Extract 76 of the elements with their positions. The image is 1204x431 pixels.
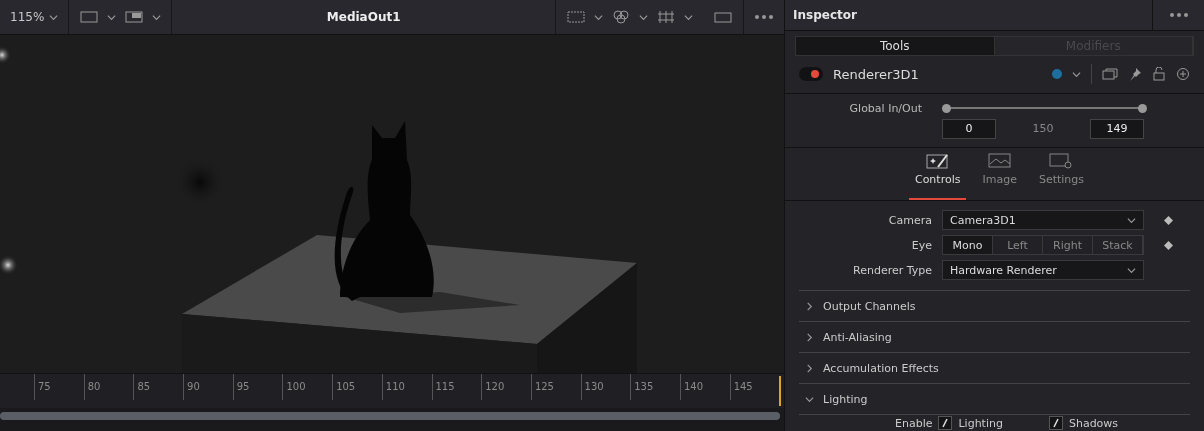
grid-icon[interactable] [656,10,676,24]
view-mode-icon[interactable] [124,10,145,24]
chevron-down-icon [1127,215,1136,225]
chevron-down-icon [684,12,693,22]
ruler-label: 80 [83,374,134,400]
duration-text: 150 [1031,122,1055,135]
checkmark-icon [940,418,951,428]
chevron-right-icon [805,363,814,373]
section-header[interactable]: Accumulation Effects [799,353,1190,384]
checkmark-icon [1050,418,1061,428]
image-icon [987,152,1012,169]
section-header[interactable]: Output Channels [799,291,1190,322]
chevron-down-icon [49,12,59,22]
panel-title: Inspector [792,8,857,23]
segment-button[interactable]: Mono [943,236,993,254]
field-label: Global In/Out [848,101,923,115]
section-header[interactable]: Lighting [799,384,1190,415]
ruler-label: 140 [679,374,730,400]
checkbox[interactable] [1048,416,1063,430]
ruler-label: 125 [530,374,581,400]
color-swatch-icon[interactable] [1052,69,1062,80]
keyframe-diamond-icon[interactable] [1164,240,1173,250]
more-dots-icon [1168,12,1189,19]
magic-wand-icon [925,152,950,169]
roi-icon[interactable] [566,10,586,24]
chevron-right-icon [805,301,814,311]
chevron-down-icon [594,12,603,22]
chevron-down-icon [1127,265,1136,275]
more-options-icon[interactable] [754,14,774,20]
viewer-title: MediaOut1 [326,10,401,24]
frame-icon[interactable] [713,10,733,24]
ruler-label: 75 [34,374,84,400]
scrollbar-thumb[interactable] [0,412,780,420]
lock-icon[interactable] [1152,67,1166,82]
slider-thumb[interactable] [942,103,951,113]
chevron-right-icon [805,332,814,342]
chevron-down-icon [107,12,117,22]
renderer-dropdown[interactable]: Hardware Renderer [942,260,1144,280]
ruler-label: 85 [133,374,184,400]
chevron-down-icon [152,12,162,22]
chevron-down-icon [805,394,814,404]
keyframe-diamond-icon[interactable] [1164,215,1173,225]
ruler-label: 135 [630,374,680,400]
tab[interactable]: Tools [796,37,995,56]
color-circles-icon[interactable] [611,10,631,24]
field-label: Enable [895,416,933,430]
windows-icon[interactable] [1102,67,1118,82]
in-field[interactable]: 0 [942,118,996,139]
ruler-label: 130 [580,374,631,400]
panel-tab[interactable]: Settings [1032,147,1091,200]
ruler-label: 95 [232,374,283,400]
chevron-down-icon [1072,69,1081,79]
settings-icon [1049,152,1074,169]
ruler-label: 90 [183,374,233,400]
node-name: Renderer3D1 [833,66,920,82]
pin-icon[interactable] [1128,67,1142,82]
field-label: Camera [887,213,933,227]
node-toggle[interactable] [799,67,823,82]
chevron-down-icon [639,12,648,22]
ruler-label: 105 [332,374,382,400]
checkbox[interactable] [938,416,953,430]
checkbox-label: Shadows [1068,416,1119,430]
ruler-label: 100 [282,374,333,400]
zoom-dropdown[interactable]: 115% [10,10,59,24]
field-label: Renderer Type [852,263,933,277]
section-header[interactable]: Anti-Aliasing [799,322,1190,353]
ruler-label: 120 [481,374,531,400]
field-label: Eye [910,238,933,252]
panel-tab[interactable]: Controls [908,147,967,200]
out-field[interactable]: 149 [1090,118,1144,139]
ruler-label: 110 [381,374,432,400]
panel-tab[interactable]: Image [976,147,1023,200]
checkbox-label: Lighting [958,416,1003,430]
camera-dropdown[interactable]: Camera3D1 [942,210,1144,230]
slider-thumb[interactable] [1138,103,1147,113]
ruler-label: 115 [431,374,482,400]
